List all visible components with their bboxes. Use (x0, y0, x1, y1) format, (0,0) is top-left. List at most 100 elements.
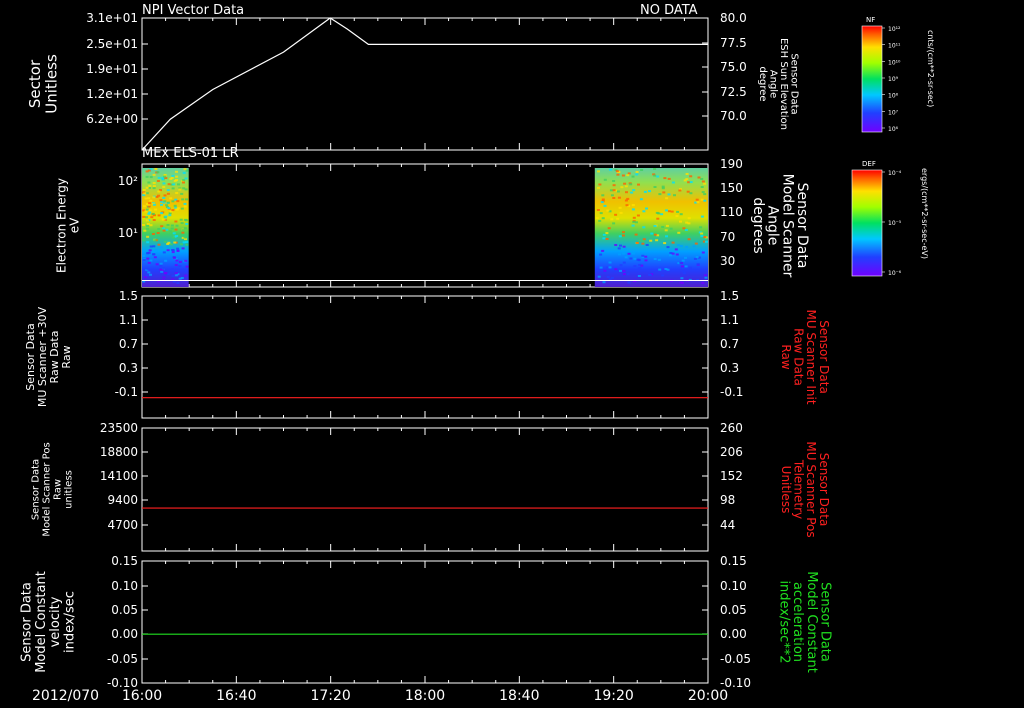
spectrogram-pixel (143, 192, 147, 195)
spectrogram-pixel (639, 198, 643, 201)
spectrogram-pixel (166, 201, 170, 204)
y2-tick-label: 70.0 (720, 109, 747, 123)
spectrogram-pixel (166, 192, 170, 195)
y2-tick-label: 260 (720, 421, 743, 435)
spectrogram-pixel (636, 258, 640, 261)
spectrogram-pixel (596, 209, 600, 211)
spectrogram-pixel (148, 249, 152, 252)
ylabel-line: velocity (48, 596, 63, 647)
spectrogram-pixel (182, 171, 186, 174)
spectrogram-pixel (183, 168, 187, 171)
spectrogram-pixel (180, 243, 183, 246)
spectrogram-pixel (148, 202, 152, 205)
spectrogram-pixel (663, 242, 667, 245)
spectrogram-pixel (145, 216, 148, 219)
spectrogram-pixel (152, 245, 156, 248)
panel2-title: MEx ELS-01 LR (142, 146, 239, 161)
spectrogram-pixel (152, 185, 156, 188)
spectrogram-pixel (151, 212, 155, 215)
spectrogram-pixel (154, 168, 158, 170)
spectrogram-pixel (701, 251, 705, 254)
spectrogram-pixel (695, 256, 699, 258)
ylabel-line: index/sec (62, 591, 77, 653)
colorbar-tick-label: 10⁻⁶ (888, 270, 902, 277)
spectrogram-pixel (619, 211, 623, 214)
spectrogram-pixel (145, 175, 149, 178)
ylabel-line: Raw (60, 345, 73, 368)
spectrogram-pixel (146, 224, 149, 227)
spectrogram-pixel (181, 198, 185, 201)
spectrogram-pixel (157, 176, 161, 179)
spectrogram-pixel (156, 180, 160, 182)
spectrogram-pixel (595, 217, 599, 220)
spectrogram-pixel (631, 204, 635, 207)
y-tick-label: 3.1e+01 (86, 11, 138, 25)
spectrogram-pixel (149, 273, 152, 276)
panel-4-frame (141, 427, 709, 552)
panel-3-ylabel: Sensor DataMU Scanner +30VRaw DataRaw (24, 306, 73, 407)
y-tick-label: 0.3 (119, 361, 138, 375)
spectrogram-pixel (637, 183, 640, 186)
y2-tick-label: 30 (720, 254, 735, 268)
spectrogram-pixel (656, 175, 660, 178)
spectrogram-pixel (165, 204, 169, 207)
spectrogram-pixel (645, 244, 649, 246)
spectrogram-pixel (154, 249, 158, 251)
spectrogram-pixel (162, 227, 166, 230)
spectrogram-pixel (181, 231, 185, 234)
spectrogram-pixel (182, 241, 186, 244)
y2-tick-label: 70 (720, 230, 735, 244)
spectrogram-pixel (181, 247, 185, 250)
spectrogram-pixel (648, 273, 651, 276)
y2-tick-label: 0.7 (720, 337, 739, 351)
spectrogram-pixel (152, 182, 156, 184)
spectrogram-pixel (665, 209, 668, 212)
spectrogram-pixel (629, 257, 633, 260)
y-tick-label: 1.9e+01 (86, 62, 138, 76)
y-tick-label: 1.5 (119, 289, 138, 303)
spectrogram-pixel (597, 275, 601, 278)
spectrogram-pixel (703, 182, 707, 185)
spectrogram-pixel (174, 274, 178, 277)
spectrogram-pixel (171, 251, 175, 254)
spectrogram-pixel (174, 272, 178, 275)
spectrogram-pixel (170, 268, 174, 270)
spectrogram-pixel (150, 216, 154, 219)
spectrogram-pixel (676, 210, 680, 213)
ylabel-line: Raw (53, 479, 64, 500)
spectrogram-pixel (695, 198, 699, 201)
spectrogram-pixel (641, 242, 645, 245)
spectrogram-pixel (671, 241, 675, 244)
x-tick-label: 18:40 (499, 688, 539, 704)
spectrogram-pixel (685, 173, 689, 175)
ylabel-line: Sensor Data (20, 582, 35, 662)
spectrogram-pixel (661, 187, 665, 190)
spectrogram-pixel (166, 189, 170, 192)
spectrogram-pixel (641, 254, 645, 257)
spectrogram-pixel (145, 274, 149, 277)
spectrogram-pixel (163, 194, 167, 197)
spectrogram-pixel (605, 238, 609, 240)
spectrogram-pixel (184, 270, 188, 273)
spectrogram-pixel (632, 216, 636, 219)
spectrogram-pixel (631, 175, 635, 178)
spectrogram-pixel (619, 264, 623, 267)
spectrogram-pixel (603, 178, 607, 181)
spectrogram-pixel (171, 174, 175, 177)
spectrogram-pixel (679, 245, 683, 247)
spectrogram-pixel (619, 244, 622, 247)
spectrogram-pixel (174, 264, 178, 267)
spectrogram-pixel (157, 190, 161, 193)
spectrogram-pixel (147, 169, 151, 172)
y2label-line: Angle (768, 70, 779, 98)
spectrogram-pixel (159, 199, 163, 202)
spectrogram-pixel (185, 265, 189, 268)
spectrogram-pixel (155, 195, 159, 198)
spectrogram-pixel (632, 189, 636, 192)
colorbar-def-units: ergs/(cm**2-sr-sec-eV) (920, 168, 929, 259)
panel-4-ylabel: Sensor DataModel Scanner PosRawunitless (31, 442, 75, 536)
spectrogram-pixel (169, 177, 173, 180)
y-tick-label: -0.1 (115, 385, 138, 399)
panel-5-y2label: Sensor DataModel Constantaccelerationind… (777, 571, 833, 673)
spectrogram-pixel (163, 175, 167, 178)
